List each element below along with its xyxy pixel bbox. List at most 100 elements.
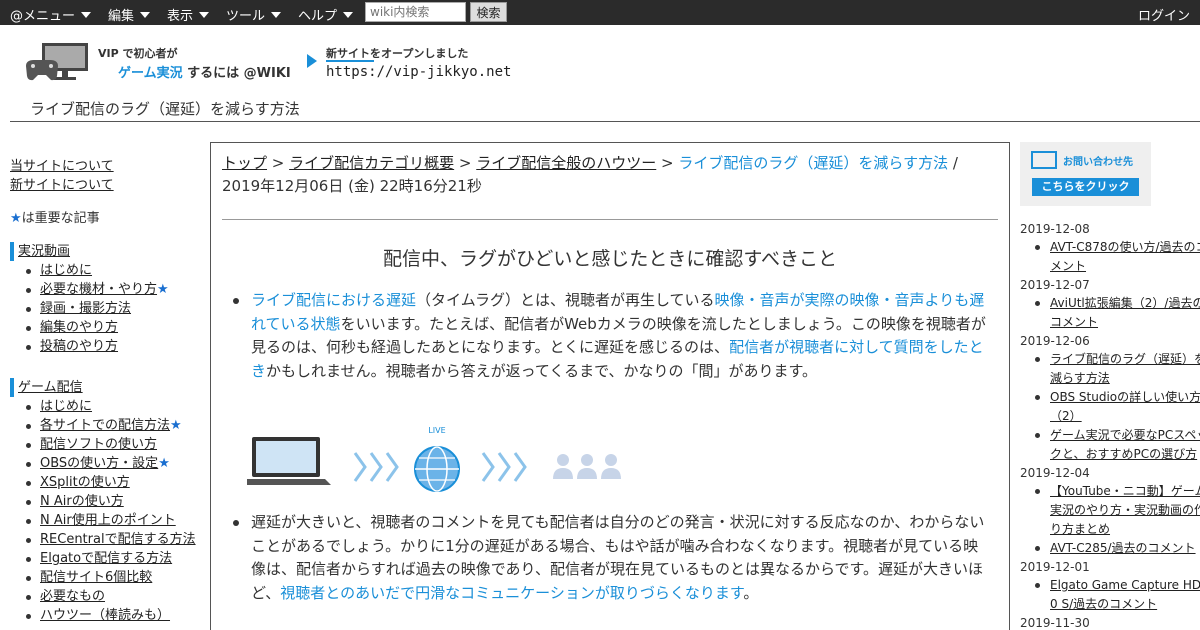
list-item[interactable]: 各サイトでの配信方法★: [24, 416, 205, 435]
new-site-url-link[interactable]: https://vip-jikkyo.net: [326, 64, 511, 80]
chevron-down-icon: [81, 12, 92, 18]
breadcrumb-category[interactable]: ライブ配信カテゴリ概要: [289, 154, 454, 172]
list-item[interactable]: 編集のやり方: [24, 318, 205, 337]
chevron-down-icon: [140, 12, 151, 18]
list-item[interactable]: 必要なもの: [24, 587, 205, 606]
list-item[interactable]: 配信サイト6個比較: [24, 568, 205, 587]
menu-help-label: ヘルプ: [298, 9, 338, 24]
logo-title-highlight: ゲーム実況: [118, 66, 183, 81]
viewers-icon: [553, 454, 621, 479]
list-item[interactable]: ハウツー（棒読みも）: [24, 606, 205, 625]
update-date: 2019-12-07: [1020, 278, 1090, 292]
menu-help[interactable]: ヘルプ: [298, 5, 354, 24]
paragraph-2: 遅延が大きいと、視聴者のコメントを見ても配信者は自分のどの発言・状況に対する反応…: [251, 511, 991, 605]
list-item[interactable]: N Airの使い方: [24, 492, 205, 511]
list-item[interactable]: 投稿のやり方: [24, 337, 205, 356]
star-icon: ★: [157, 282, 169, 297]
list-item[interactable]: OBS Studioの詳しい使い方（2）: [1032, 388, 1200, 426]
breadcrumb-top[interactable]: トップ: [222, 154, 267, 172]
logo-title[interactable]: ゲーム実況 するには @WIKI: [118, 62, 291, 81]
list-item[interactable]: 必要な機材・やり方★: [24, 280, 205, 299]
star-icon: ★: [170, 418, 182, 433]
search-button[interactable]: 検索: [470, 2, 507, 22]
breadcrumb-howto[interactable]: ライブ配信全般のハウツー: [476, 154, 656, 172]
list-item[interactable]: OBSの使い方・設定★: [24, 454, 205, 473]
section-video-title: 実況動画: [18, 244, 71, 259]
arrow-right-icon: [307, 54, 317, 68]
list-item[interactable]: Elgato Game Capture HD60 S/過去のコメント: [1032, 576, 1200, 614]
list-item[interactable]: N Air使用上のポイント: [24, 511, 205, 530]
nav-link: RECentralで配信する方法: [40, 532, 196, 547]
update-date: 2019-12-01: [1020, 560, 1090, 574]
update-date: 2019-12-04: [1020, 466, 1090, 480]
breadcrumb: トップ > ライブ配信カテゴリ概要 > ライブ配信全般のハウツー > ライブ配信…: [222, 152, 1002, 198]
contact-button[interactable]: こちらをクリック: [1032, 178, 1139, 196]
updated-date: 2019年12月06日 (金) 22時16分21秒: [222, 177, 482, 195]
link-latency[interactable]: ライブ配信における遅延: [251, 291, 416, 309]
nav-link: 投稿のやり方: [40, 339, 119, 354]
contact-label: お問い合わせ先: [1063, 157, 1133, 168]
nav-link: OBSの使い方・設定: [40, 456, 159, 471]
nav-link: はじめに: [40, 399, 93, 414]
text: かもしれません。視聴者から答えが返ってくるまで、かなりの「間」があります。: [266, 361, 817, 380]
wiki-search-input[interactable]: [365, 2, 466, 22]
recent-updates: 2019-12-08 AVT-C878の使い方/過去のコメント 2019-12-…: [1020, 220, 1200, 630]
nav-link: 必要な機材・やり方: [40, 282, 158, 297]
menu-view[interactable]: 表示: [167, 5, 210, 24]
list-item[interactable]: ライブ配信のラグ（遅延）を減らす方法: [1032, 350, 1200, 388]
breadcrumb-separator: >: [656, 154, 679, 172]
menu-edit-label: 編集: [108, 9, 135, 24]
chevron-down-icon: [199, 12, 210, 18]
list-item[interactable]: 【YouTube・ニコ動】ゲーム実況のやり方・実況動画の作り方まとめ: [1032, 482, 1200, 539]
text: 。: [743, 583, 759, 602]
chevron-down-icon: [343, 12, 354, 18]
paragraph-1: ライブ配信における遅延（タイムラグ）とは、視聴者が再生している映像・音声が実際の…: [251, 289, 991, 383]
mail-icon: [1031, 151, 1057, 169]
nav-link: 必要なもの: [40, 589, 106, 604]
breadcrumb-slash: /: [948, 154, 958, 172]
list-item[interactable]: RECentralで配信する方法: [24, 530, 205, 549]
nav-link: N Air使用上のポイント: [40, 513, 176, 528]
laptop-icon: [247, 437, 331, 485]
about-site-link[interactable]: 当サイトについて: [10, 159, 114, 174]
nav-link: ハウツー（棒読みも）: [40, 608, 171, 623]
menu-tools[interactable]: ツール: [226, 5, 282, 24]
menu-edit[interactable]: 編集: [108, 5, 151, 24]
list-item[interactable]: 配信ソフトの使い方: [24, 435, 205, 454]
section-heading: 配信中、ラグがひどいと感じたときに確認すべきこと: [382, 248, 838, 270]
nav-link: N Airの使い方: [40, 494, 124, 509]
list-item[interactable]: AviUtl拡張編集（2）/過去のコメント: [1032, 294, 1200, 332]
nav-link: 編集のやり方: [40, 320, 119, 335]
menu-main-label: @メニュー: [10, 9, 76, 24]
top-menu-bar: @メニュー 編集 表示 ツール ヘルプ 検索 ログイン: [0, 0, 1200, 25]
nav-link: 録画・撮影方法: [40, 301, 132, 316]
list-item[interactable]: XSplitの使い方: [24, 473, 205, 492]
menu-tools-label: ツール: [226, 9, 266, 24]
list-item[interactable]: 録画・撮影方法: [24, 299, 205, 318]
important-legend: ★は重要な記事: [10, 209, 205, 228]
nav-link: はじめに: [40, 263, 93, 278]
menu-main[interactable]: @メニュー: [10, 5, 92, 24]
nav-link: 配信ソフトの使い方: [40, 437, 158, 452]
latency-illustration: LIVE: [247, 426, 621, 492]
list-item[interactable]: AVT-C285/過去のコメント: [1032, 539, 1200, 558]
section-video-list: はじめに 必要な機材・やり方★ 録画・撮影方法 編集のやり方 投稿のやり方: [24, 261, 205, 356]
important-legend-text: は重要な記事: [21, 211, 100, 226]
new-site-underline: [326, 60, 374, 62]
left-sidebar: 当サイトについて 新サイトについて ★は重要な記事 実況動画 はじめに 必要な機…: [10, 157, 205, 625]
section-streaming[interactable]: ゲーム配信: [10, 378, 205, 397]
nav-link: 配信サイト6個比較: [40, 570, 153, 585]
section-streaming-title: ゲーム配信: [18, 380, 83, 395]
list-item[interactable]: はじめに: [24, 261, 205, 280]
about-new-site-link[interactable]: 新サイトについて: [10, 178, 114, 193]
login-link[interactable]: ログイン: [1138, 5, 1190, 24]
list-item[interactable]: はじめに: [24, 397, 205, 416]
link-communication[interactable]: 視聴者とのあいだで円滑なコミュニケーションが取りづらくなります: [280, 584, 743, 602]
site-logo-icon[interactable]: [24, 42, 92, 82]
contact-banner[interactable]: お問い合わせ先 こちらをクリック: [1020, 142, 1151, 206]
list-item[interactable]: ゲーム実況で必要なPCスペックと、おすすめPCの選び方: [1032, 426, 1200, 464]
list-item[interactable]: AVT-C878の使い方/過去のコメント: [1032, 238, 1200, 276]
list-item[interactable]: Elgatoで配信する方法: [24, 549, 205, 568]
bullet-icon: [233, 520, 239, 526]
section-video[interactable]: 実況動画: [10, 242, 205, 261]
